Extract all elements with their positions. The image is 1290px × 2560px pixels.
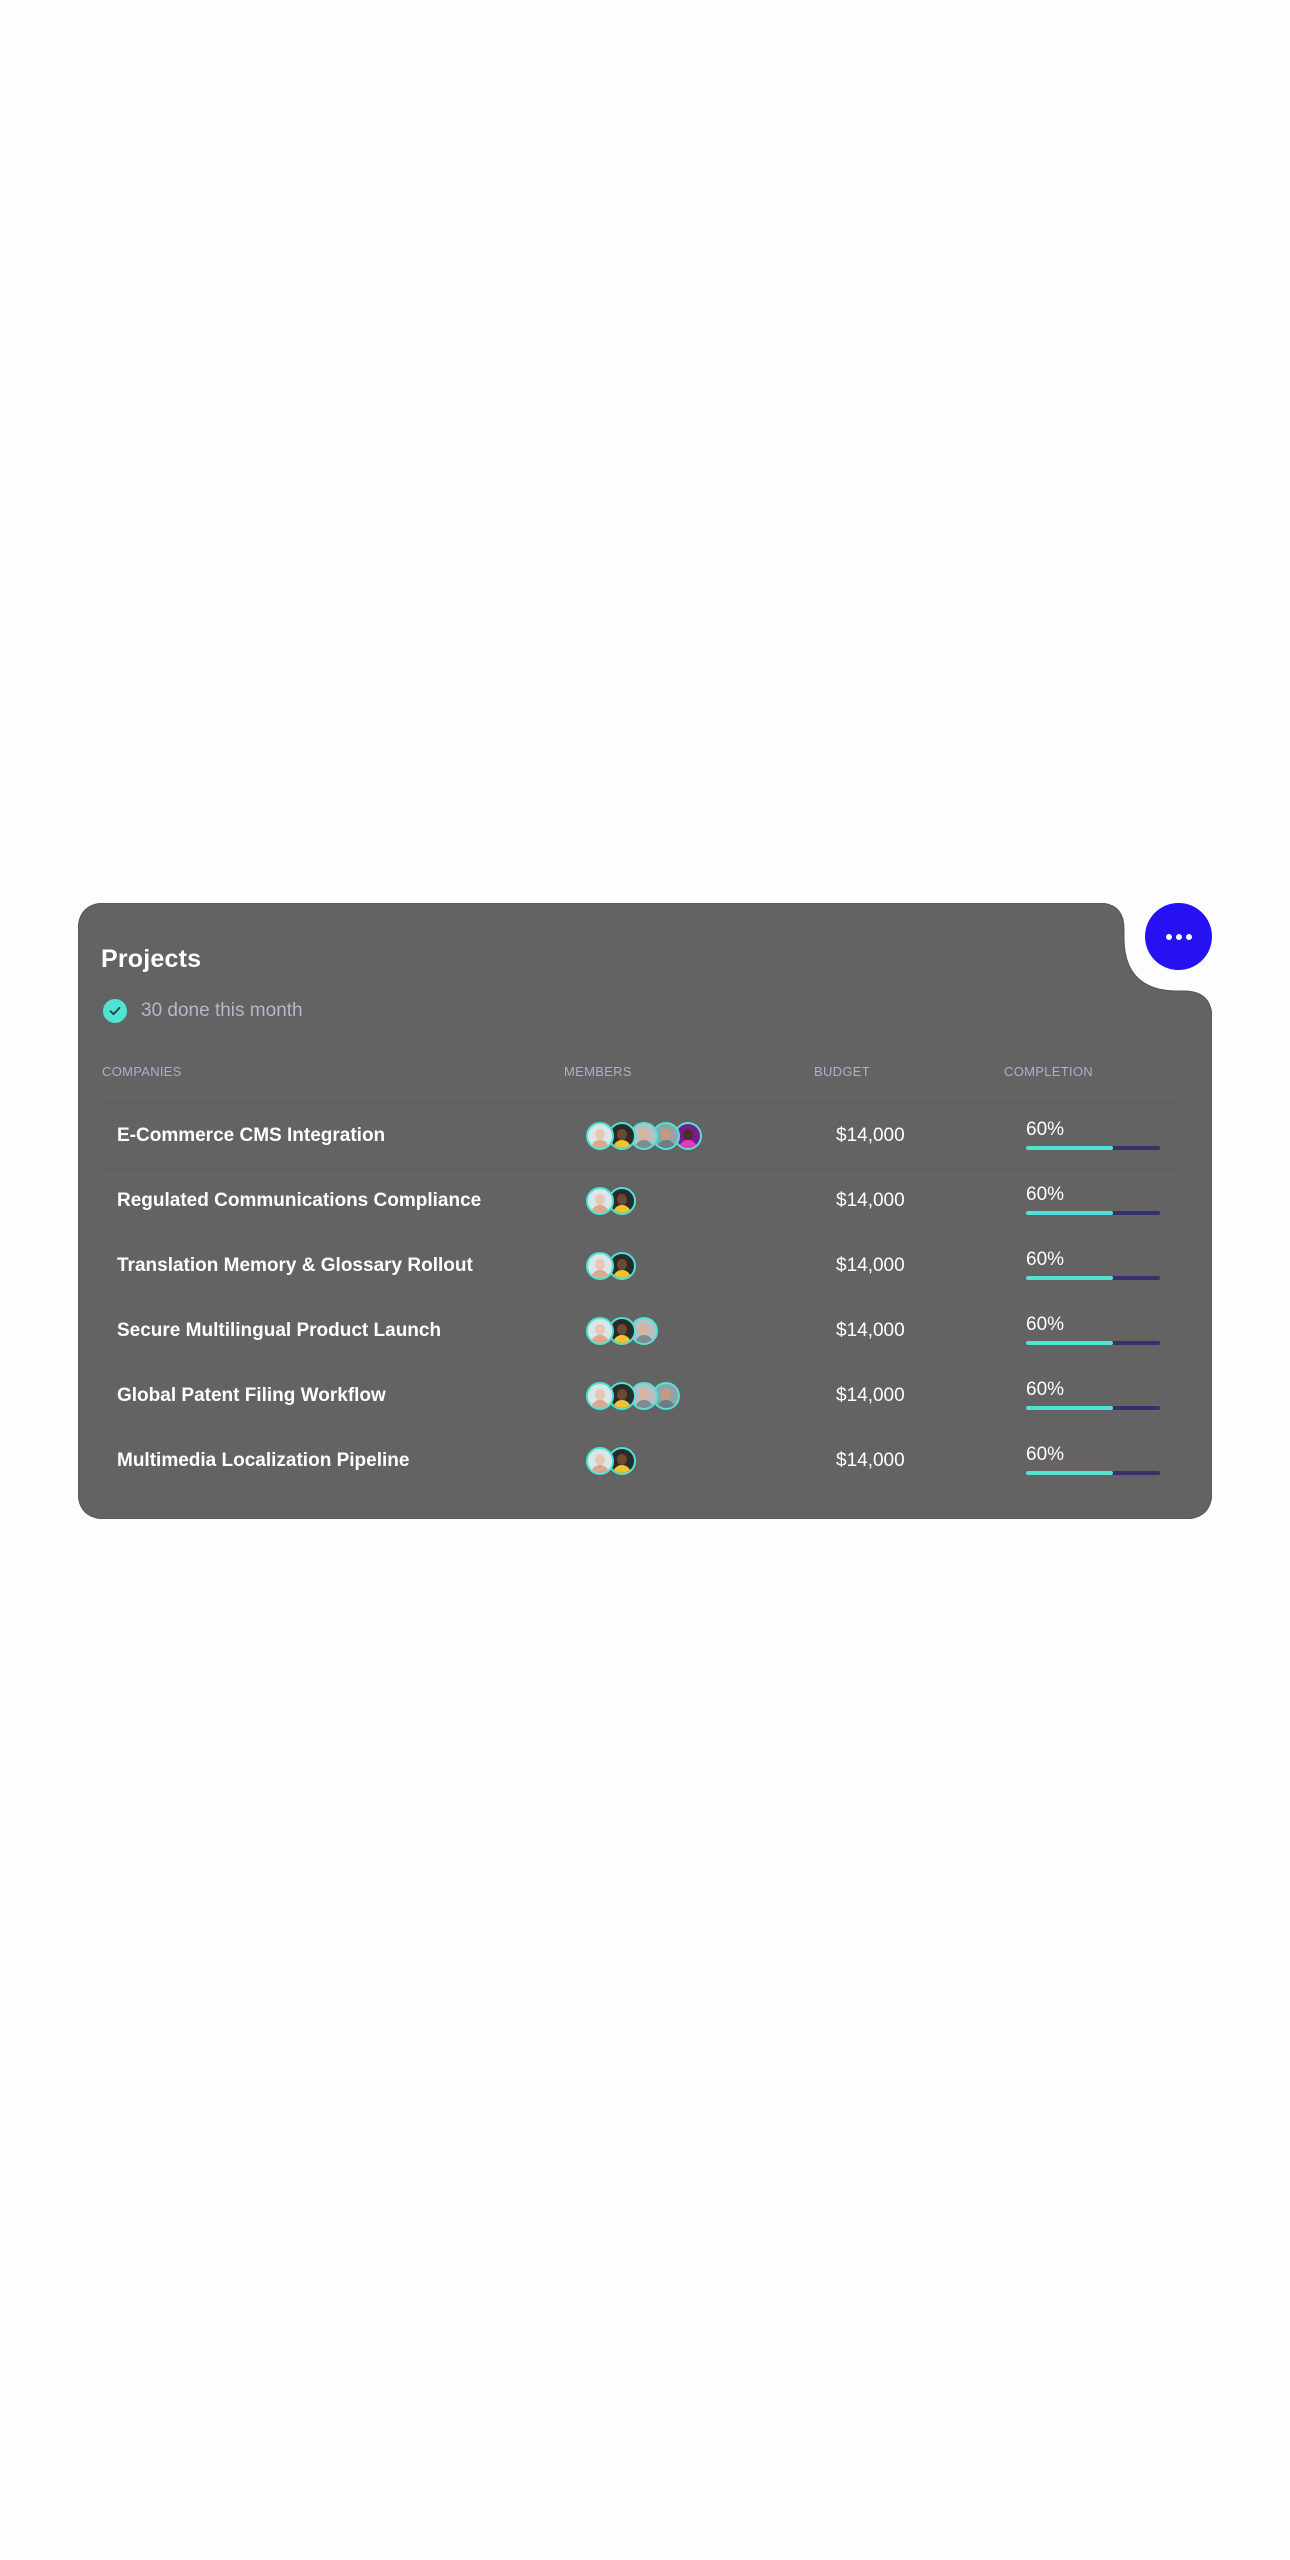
- completion: 60%: [1026, 1184, 1160, 1215]
- avatar[interactable]: [586, 1317, 614, 1345]
- progress-fill: [1026, 1341, 1114, 1345]
- completion-percent: 60%: [1026, 1444, 1065, 1465]
- avatar[interactable]: [586, 1122, 614, 1150]
- table-header: COMPANIES MEMBERS BUDGET COMPLETION: [78, 1064, 1212, 1084]
- summary-text: 30 done this month: [141, 1000, 303, 1021]
- table-row[interactable]: Global Patent Filing Workflow $14,000 60%: [102, 1363, 1182, 1428]
- table-row[interactable]: Translation Memory & Glossary Rollout $14…: [102, 1233, 1182, 1298]
- progress-bar: [1026, 1211, 1160, 1215]
- completion-percent: 60%: [1026, 1249, 1065, 1270]
- more-options-button[interactable]: [1145, 903, 1212, 970]
- column-header-budget: BUDGET: [814, 1064, 870, 1079]
- budget-value: $14,000: [836, 1450, 905, 1471]
- project-name: Translation Memory & Glossary Rollout: [117, 1255, 473, 1276]
- progress-bar: [1026, 1341, 1160, 1345]
- avatar[interactable]: [586, 1382, 614, 1410]
- member-avatars: [586, 1447, 636, 1475]
- avatar[interactable]: [586, 1252, 614, 1280]
- completion-percent: 60%: [1026, 1379, 1065, 1400]
- project-name: Multimedia Localization Pipeline: [117, 1450, 410, 1471]
- project-name: Global Patent Filing Workflow: [117, 1385, 386, 1406]
- budget-value: $14,000: [836, 1125, 905, 1146]
- project-name: Secure Multilingual Product Launch: [117, 1320, 442, 1341]
- member-avatars: [586, 1317, 658, 1345]
- completion: 60%: [1026, 1314, 1160, 1345]
- completion-percent: 60%: [1026, 1119, 1065, 1140]
- ellipsis-icon-dot: [1175, 933, 1182, 940]
- summary: 30 done this month: [103, 999, 303, 1023]
- project-name: Regulated Communications Compliance: [117, 1190, 482, 1211]
- progress-bar: [1026, 1276, 1160, 1280]
- progress-bar: [1026, 1471, 1160, 1475]
- table-row[interactable]: E-Commerce CMS Integration $14,000 60%: [102, 1103, 1182, 1168]
- completion: 60%: [1026, 1119, 1160, 1150]
- member-avatars: [586, 1382, 680, 1410]
- table-row[interactable]: Regulated Communications Compliance $14,0…: [102, 1168, 1182, 1233]
- card-content: Projects 30 done this month COMPANIES ME…: [78, 903, 1212, 1519]
- completion-percent: 60%: [1026, 1314, 1065, 1335]
- table-row[interactable]: Multimedia Localization Pipeline $14,000 6…: [102, 1428, 1182, 1494]
- budget-value: $14,000: [836, 1385, 905, 1406]
- check-circle-icon: [103, 999, 127, 1023]
- completion: 60%: [1026, 1444, 1160, 1475]
- budget-value: $14,000: [836, 1320, 905, 1341]
- avatar[interactable]: [586, 1187, 614, 1215]
- member-avatars: [586, 1122, 702, 1150]
- completion-percent: 60%: [1026, 1184, 1065, 1205]
- card-title: Projects: [101, 945, 202, 973]
- ellipsis-icon: [1165, 933, 1172, 940]
- progress-bar: [1026, 1146, 1160, 1150]
- completion: 60%: [1026, 1379, 1160, 1410]
- column-header-members: MEMBERS: [564, 1064, 632, 1079]
- progress-bar: [1026, 1406, 1160, 1410]
- progress-fill: [1026, 1146, 1114, 1150]
- member-avatars: [586, 1252, 636, 1280]
- ellipsis-icon-dot: [1185, 933, 1192, 940]
- progress-fill: [1026, 1276, 1114, 1280]
- column-header-completion: COMPLETION: [1004, 1064, 1093, 1079]
- progress-fill: [1026, 1211, 1114, 1215]
- budget-value: $14,000: [836, 1255, 905, 1276]
- progress-fill: [1026, 1471, 1114, 1475]
- progress-fill: [1026, 1406, 1114, 1410]
- budget-value: $14,000: [836, 1190, 905, 1211]
- column-header-companies: COMPANIES: [102, 1064, 182, 1079]
- project-name: E-Commerce CMS Integration: [117, 1125, 386, 1146]
- avatar[interactable]: [586, 1447, 614, 1475]
- projects-table: E-Commerce CMS Integration $14,000 60% Regu…: [102, 1103, 1182, 1494]
- table-row[interactable]: Secure Multilingual Product Launch $14,00…: [102, 1298, 1182, 1363]
- completion: 60%: [1026, 1249, 1160, 1280]
- member-avatars: [586, 1187, 636, 1215]
